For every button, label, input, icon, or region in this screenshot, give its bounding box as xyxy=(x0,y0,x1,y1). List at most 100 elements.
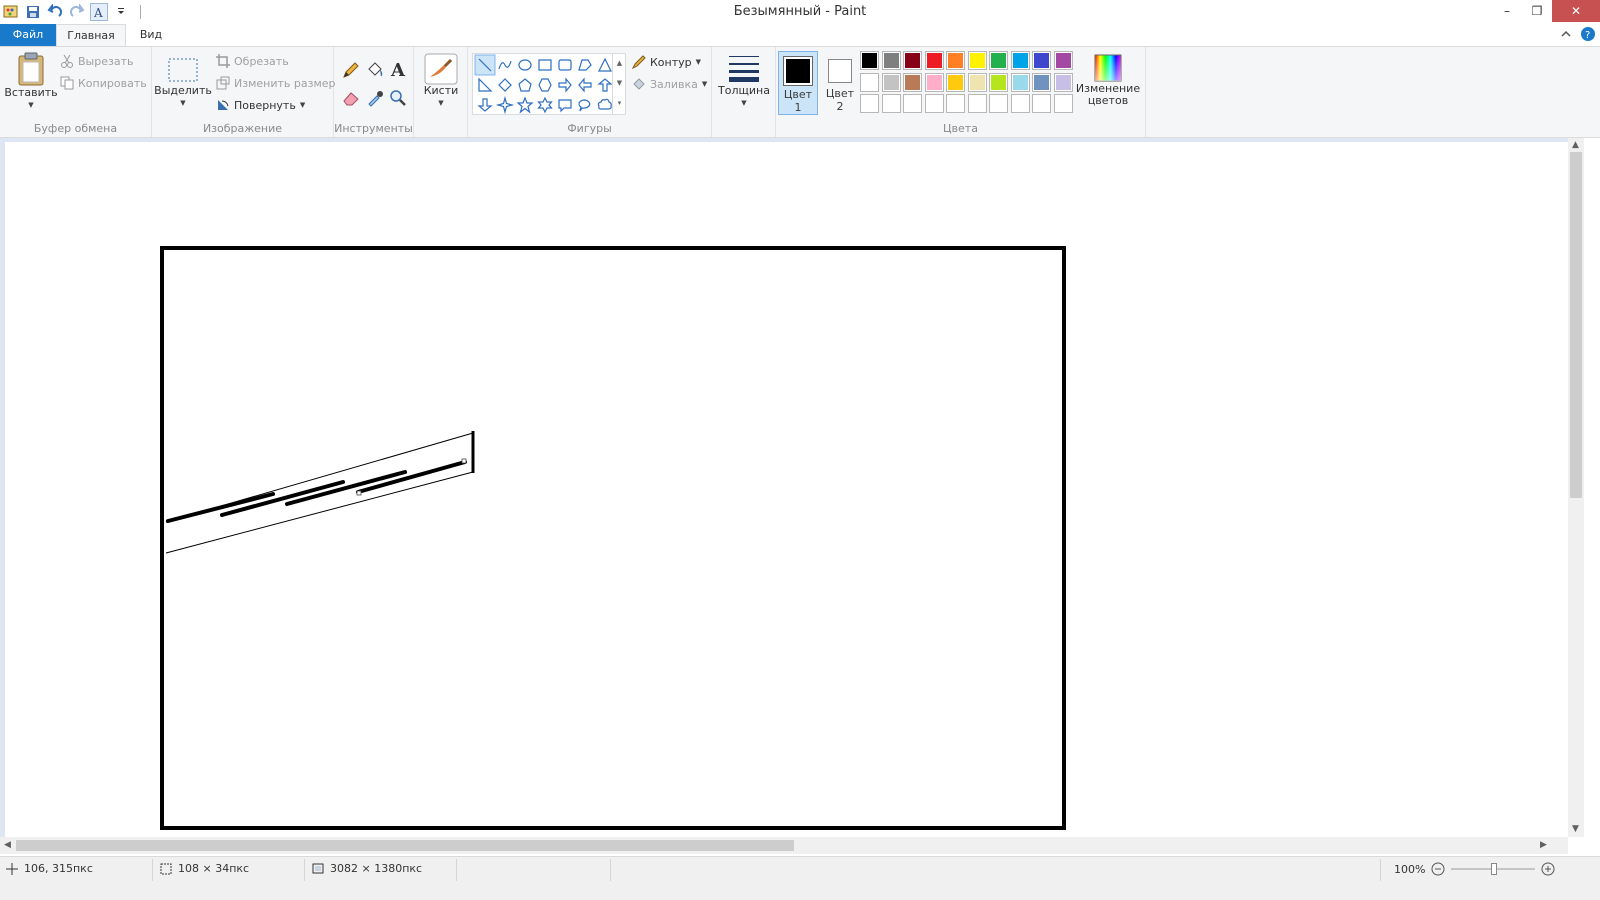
resize-handle-mid[interactable] xyxy=(356,490,362,496)
palette-swatch[interactable] xyxy=(881,51,901,70)
palette-swatch[interactable] xyxy=(924,94,944,113)
palette-swatch[interactable] xyxy=(989,51,1008,70)
edit-colors-button[interactable]: Изменение цветов xyxy=(1076,53,1140,107)
palette-swatch[interactable] xyxy=(881,72,901,92)
palette-swatch[interactable] xyxy=(967,94,987,113)
palette-swatch[interactable] xyxy=(903,51,922,70)
selection-size-value: 108 × 34пкс xyxy=(178,862,250,875)
drawing-canvas[interactable] xyxy=(5,142,1568,837)
horizontal-scroll-thumb[interactable] xyxy=(16,840,794,851)
polygon-shape-icon[interactable] xyxy=(578,59,592,71)
resize-handle-end[interactable] xyxy=(461,458,467,464)
size-button[interactable]: Толщина ▼ xyxy=(716,53,772,109)
palette-swatch[interactable] xyxy=(881,94,901,113)
palette-swatch[interactable] xyxy=(903,94,922,113)
minimize-button[interactable]: – xyxy=(1492,0,1522,22)
oval-callout-shape-icon[interactable] xyxy=(578,99,591,112)
zoom-in-icon[interactable] xyxy=(1541,862,1555,876)
fill-button[interactable]: Заливка ▼ xyxy=(632,77,707,91)
triangle-shape-icon[interactable] xyxy=(598,57,612,72)
palette-swatch[interactable] xyxy=(1010,51,1030,70)
right-triangle-shape-icon[interactable] xyxy=(478,77,493,92)
palette-swatch[interactable] xyxy=(924,72,944,92)
line-shape-icon[interactable] xyxy=(474,54,496,76)
oval-shape-icon[interactable] xyxy=(518,59,532,71)
zoom-slider-thumb[interactable] xyxy=(1491,863,1498,875)
collapse-ribbon-icon[interactable] xyxy=(1560,28,1572,40)
pentagon-shape-icon[interactable] xyxy=(518,78,532,92)
resize-button[interactable]: Изменить размер xyxy=(216,76,336,90)
palette-swatch[interactable] xyxy=(1032,51,1051,70)
close-button[interactable]: ✕ xyxy=(1552,0,1600,22)
scroll-right-icon[interactable]: ▶ xyxy=(1540,840,1547,850)
crop-button[interactable]: Обрезать xyxy=(216,54,289,68)
palette-swatch[interactable] xyxy=(860,94,879,113)
zoom-out-icon[interactable] xyxy=(1431,862,1445,876)
palette-swatch[interactable] xyxy=(946,51,965,70)
palette-swatch[interactable] xyxy=(860,72,879,92)
eraser-icon[interactable] xyxy=(342,89,360,107)
tab-file[interactable]: Файл xyxy=(0,24,56,46)
five-point-star-shape-icon[interactable] xyxy=(516,96,534,114)
tab-home[interactable]: Главная xyxy=(56,24,126,46)
magnifier-icon[interactable] xyxy=(389,89,407,107)
brushes-button[interactable]: Кисти ▼ xyxy=(418,53,464,109)
palette-swatch[interactable] xyxy=(946,94,965,113)
palette-swatch[interactable] xyxy=(1010,72,1030,92)
palette-swatch[interactable] xyxy=(1032,94,1051,113)
palette-swatch[interactable] xyxy=(1032,72,1051,92)
vertical-scrollbar[interactable]: ▲ ▼ xyxy=(1568,138,1584,837)
restore-button[interactable]: ❐ xyxy=(1522,0,1552,22)
color-picker-icon[interactable] xyxy=(366,89,384,107)
palette-swatch[interactable] xyxy=(967,51,987,70)
zoom-slider[interactable] xyxy=(1451,862,1536,876)
curve-shape-icon[interactable] xyxy=(498,60,512,70)
fill-label: Заливка xyxy=(650,77,698,91)
palette-swatch[interactable] xyxy=(903,72,922,92)
vertical-scroll-thumb[interactable] xyxy=(1570,152,1582,498)
palette-swatch[interactable] xyxy=(924,51,944,70)
rotate-button[interactable]: Повернуть ▼ xyxy=(216,98,305,112)
fill-icon xyxy=(633,78,645,90)
palette-swatch[interactable] xyxy=(1053,72,1073,92)
rect-callout-shape-icon[interactable] xyxy=(558,99,572,113)
down-arrow-shape-icon[interactable] xyxy=(477,98,493,112)
scroll-down-icon[interactable]: ▼ xyxy=(1572,824,1579,834)
help-icon[interactable]: ? xyxy=(1580,26,1596,42)
diamond-shape-icon[interactable] xyxy=(498,78,512,92)
palette-swatch[interactable] xyxy=(946,72,965,92)
fill-bucket-icon[interactable] xyxy=(366,61,384,79)
four-point-star-shape-icon[interactable] xyxy=(495,95,515,115)
right-arrow-shape-icon[interactable] xyxy=(558,77,572,93)
palette-swatch[interactable] xyxy=(989,94,1008,113)
palette-swatch[interactable] xyxy=(860,51,879,70)
paste-button[interactable]: Вставить ▼ xyxy=(4,51,58,111)
six-point-star-shape-icon[interactable] xyxy=(537,96,553,114)
pencil-icon[interactable] xyxy=(342,61,360,79)
text-icon[interactable]: A xyxy=(389,59,407,79)
tab-view[interactable]: Вид xyxy=(126,24,176,46)
shapes-scroll[interactable]: ▲ ▼ ▾ xyxy=(612,53,626,115)
palette-swatch[interactable] xyxy=(1053,51,1073,70)
scroll-left-icon[interactable]: ◀ xyxy=(4,840,11,850)
color2-button[interactable]: Цвет 2 xyxy=(820,51,860,115)
rounded-rectangle-shape-icon[interactable] xyxy=(558,59,572,71)
copy-button[interactable]: Копировать xyxy=(60,76,147,90)
rectangle-shape-icon[interactable] xyxy=(538,59,552,71)
select-button[interactable]: Выделить ▼ xyxy=(154,55,212,109)
outline-button[interactable]: Контур ▼ xyxy=(632,55,701,69)
scroll-up-icon[interactable]: ▲ xyxy=(1572,140,1579,150)
horizontal-scrollbar[interactable]: ◀ ▶ xyxy=(0,837,1568,854)
up-arrow-shape-icon[interactable] xyxy=(597,78,613,92)
palette-swatch[interactable] xyxy=(1053,94,1073,113)
left-arrow-shape-icon[interactable] xyxy=(578,77,592,93)
palette-swatch[interactable] xyxy=(1010,94,1030,113)
palette-swatch[interactable] xyxy=(989,72,1008,92)
hexagon-shape-icon[interactable] xyxy=(538,78,552,92)
color1-button[interactable]: Цвет 1 xyxy=(778,51,818,115)
cloud-callout-shape-icon[interactable] xyxy=(597,98,612,110)
palette-swatch[interactable] xyxy=(967,72,987,92)
outline-dropdown-icon: ▼ xyxy=(695,58,702,66)
cut-button[interactable]: Вырезать xyxy=(60,54,133,68)
down-arrow-shape-icon-path xyxy=(477,98,493,112)
